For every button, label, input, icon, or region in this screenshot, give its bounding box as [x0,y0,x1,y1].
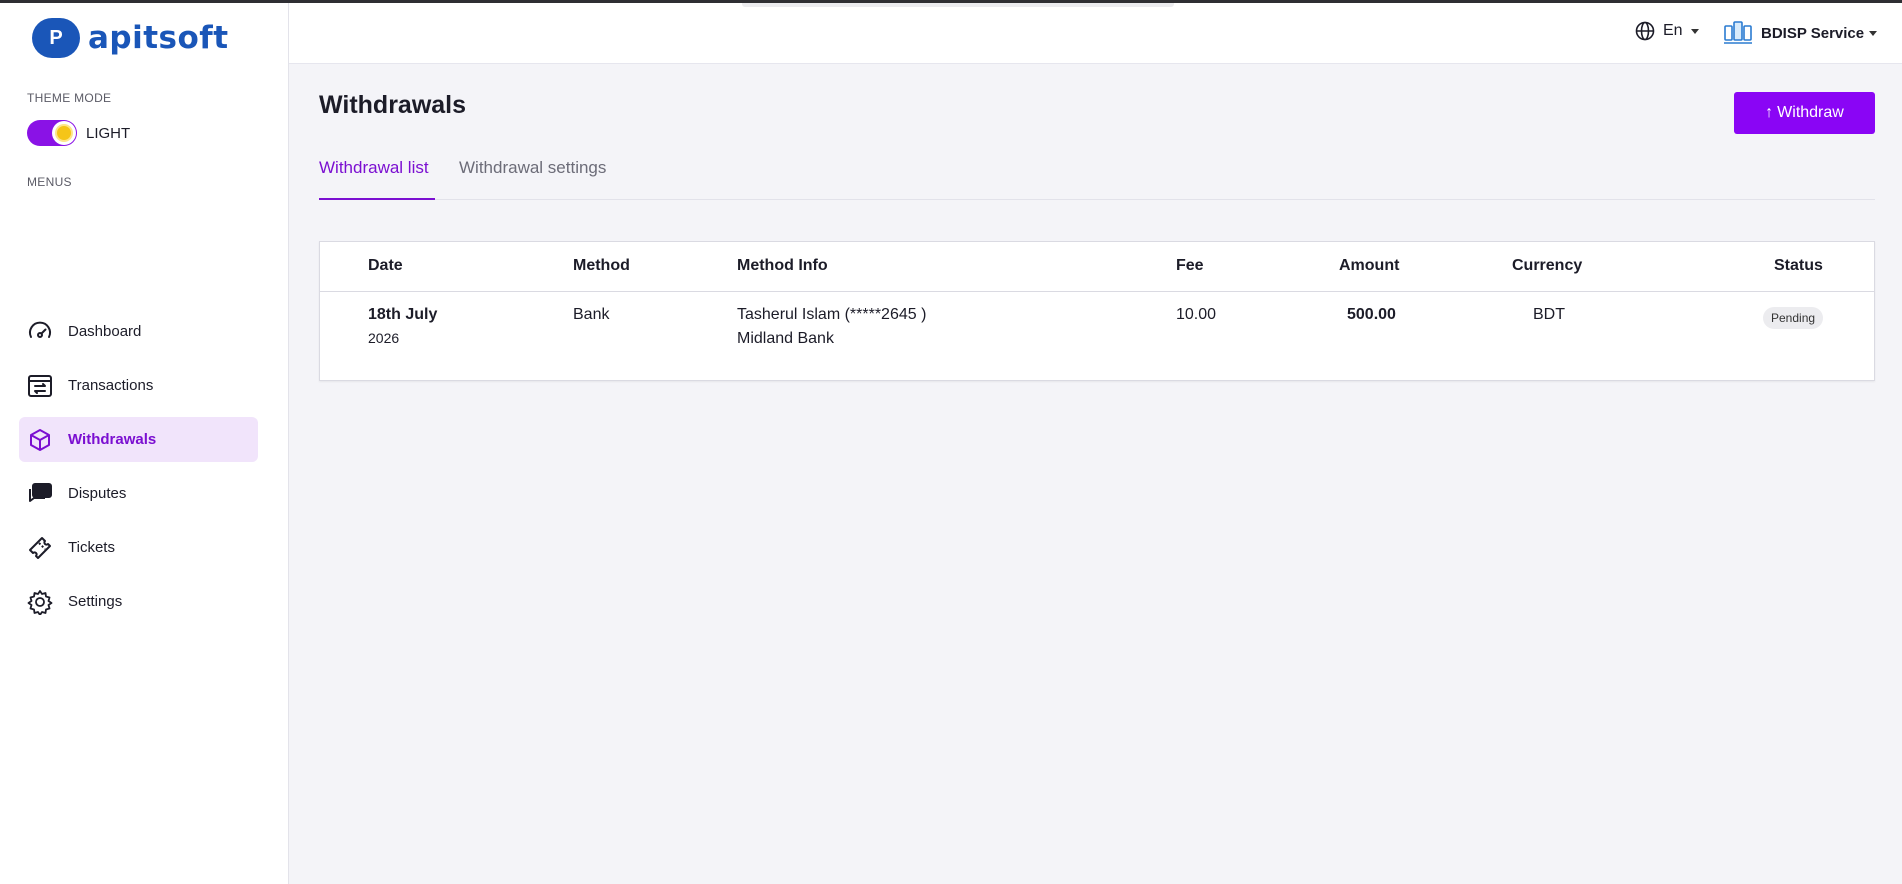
transactions-icon [27,373,53,399]
cell-date-year: 2026 [368,330,400,346]
cell-date-day: 18th July [368,306,438,323]
toggle-knob [52,121,76,145]
chevron-down-icon [1690,28,1699,34]
sidebar-item-label: Transactions [68,377,154,394]
menus-label: MENUS [27,175,72,189]
cell-fee: 10.00 [1176,306,1217,323]
withdraw-box-icon [27,427,53,453]
sun-icon [57,126,71,140]
arrow-up-icon: ↑ [1765,104,1774,121]
cell-method-info-account: Tasherul Islam (*****2645 ) [737,306,927,323]
status-badge: Pending [1763,307,1824,329]
sidebar-item-tickets[interactable]: Tickets [19,525,258,570]
withdraw-button-label: Withdraw [1777,104,1844,121]
sidebar-menu: Dashboard Transactions Withdrawals Dispu… [19,309,258,633]
cell-amount: 500.00 [1347,306,1396,323]
speedometer-icon [27,319,53,345]
column-header-fee[interactable]: Fee [1176,257,1204,275]
sidebar-item-settings[interactable]: Settings [19,579,258,624]
theme-mode-label: THEME MODE [27,91,112,105]
sidebar: P apitsoft THEME MODE LIGHT MENUS Dashbo… [0,0,289,884]
company-avatar-icon [1724,21,1752,44]
column-header-method-info[interactable]: Method Info [737,257,828,275]
cell-method-info-bank: Midland Bank [737,330,834,347]
brand-name: apitsoft [88,20,229,56]
column-header-date[interactable]: Date [368,257,403,275]
column-header-status[interactable]: Status [1774,257,1823,275]
sidebar-item-label: Tickets [68,539,115,556]
sidebar-item-transactions[interactable]: Transactions [19,363,258,408]
gear-icon [27,589,53,615]
sidebar-item-label: Dashboard [68,323,142,340]
tab-bar: Withdrawal list Withdrawal settings [319,158,1875,200]
chevron-down-icon [1869,30,1878,36]
theme-mode-row: LIGHT [27,120,130,146]
top-header: En BDISP Service [289,0,1902,64]
page-title: Withdrawals [319,91,467,119]
tab-withdrawal-list[interactable]: Withdrawal list [319,158,435,200]
cell-currency: BDT [1533,306,1565,323]
column-header-currency[interactable]: Currency [1512,257,1582,275]
sidebar-item-dashboard[interactable]: Dashboard [19,309,258,354]
column-header-method[interactable]: Method [573,257,630,275]
top-drag-handle [742,3,1174,7]
account-name: BDISP Service [1761,24,1865,42]
table-header: Date Method Method Info Fee Amount Curre… [320,242,1874,292]
cell-method: Bank [573,306,610,323]
ticket-icon [27,535,53,561]
tab-withdrawal-settings[interactable]: Withdrawal settings [459,158,606,200]
sidebar-item-label: Withdrawals [68,431,157,448]
language-selector[interactable]: En [1635,21,1699,41]
withdrawals-table: Date Method Method Info Fee Amount Curre… [319,241,1875,381]
brand-logo[interactable]: P apitsoft [32,18,229,58]
globe-icon [1635,21,1655,41]
language-label: En [1663,22,1683,39]
sidebar-item-label: Settings [68,593,123,610]
withdraw-button[interactable]: ↑ Withdraw [1734,92,1875,134]
theme-value-label: LIGHT [86,124,131,142]
theme-toggle[interactable] [27,120,77,146]
sidebar-item-label: Disputes [68,485,127,502]
column-header-amount[interactable]: Amount [1339,257,1399,275]
logo-mark-icon: P [32,18,80,58]
sidebar-item-disputes[interactable]: Disputes [19,471,258,516]
chat-icon [27,481,53,507]
account-menu[interactable]: BDISP Service [1723,20,1878,46]
sidebar-item-withdrawals[interactable]: Withdrawals [19,417,258,462]
